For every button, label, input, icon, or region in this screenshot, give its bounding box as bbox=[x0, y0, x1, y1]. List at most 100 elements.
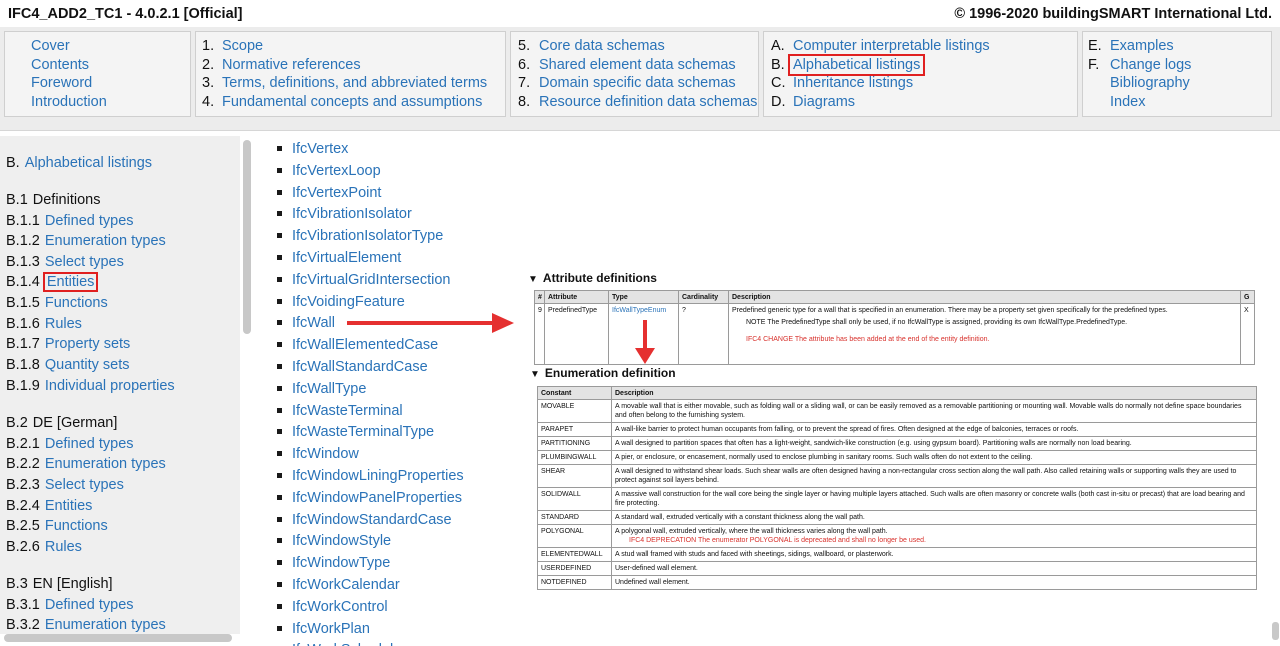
sidebar-item[interactable]: B.2.6 Rules bbox=[6, 537, 82, 557]
sidebar-item[interactable]: B.1.4 Entities bbox=[6, 272, 99, 292]
nav-item-cover[interactable]: Cover bbox=[5, 37, 190, 56]
sidebar-item[interactable]: B.2.5 Functions bbox=[6, 516, 108, 536]
nav-item-contents[interactable]: Contents bbox=[5, 56, 190, 75]
collapse-triangle-icon[interactable]: ▼ bbox=[530, 369, 540, 380]
sidebar-item[interactable]: B.3.2 Enumeration types bbox=[6, 615, 166, 634]
nav-item-resource-schemas[interactable]: 8. Resource definition data schemas bbox=[511, 93, 758, 112]
enum-constant: MOVABLE bbox=[537, 399, 612, 423]
sidebar-item[interactable]: B.2.2 Enumeration types bbox=[6, 454, 166, 474]
sidebar-item-label[interactable]: Enumeration types bbox=[45, 233, 166, 249]
entity-link[interactable]: IfcWindowStyle bbox=[292, 531, 391, 551]
sidebar-item[interactable]: B.1.7 Property sets bbox=[6, 334, 130, 354]
entity-link[interactable]: IfcVibrationIsolatorType bbox=[292, 226, 443, 246]
nav-item-index[interactable]: Index bbox=[1083, 93, 1271, 112]
type-link[interactable]: IfcWallTypeEnum bbox=[612, 307, 666, 314]
sidebar-item-label[interactable]: Select types bbox=[45, 477, 124, 493]
sidebar-item-label[interactable]: Quantity sets bbox=[45, 357, 130, 373]
sidebar-item[interactable]: B.1.6 Rules bbox=[6, 314, 82, 334]
sidebar-item-label[interactable]: Functions bbox=[45, 295, 108, 311]
sidebar-item-label[interactable]: Property sets bbox=[45, 336, 130, 352]
sidebar-vertical-scrollbar[interactable] bbox=[243, 140, 251, 334]
entity-link[interactable]: IfcVertexLoop bbox=[292, 161, 381, 181]
nav-item-fundamental-concepts[interactable]: 4. Fundamental concepts and assumptions bbox=[196, 93, 505, 112]
sidebar-heading[interactable]: B. Alphabetical listings bbox=[6, 153, 152, 173]
highlight-box[interactable]: Alphabetical listings bbox=[787, 53, 926, 77]
nav-item-computer-listings[interactable]: A. Computer interpretable listings bbox=[764, 37, 1077, 56]
nav-item-terms[interactable]: 3. Terms, definitions, and abbreviated te… bbox=[196, 74, 505, 93]
document-title: IFC4_ADD2_TC1 - 4.0.2.1 [Official] bbox=[8, 5, 243, 22]
enum-description: A stud wall framed with studs and faced … bbox=[615, 551, 894, 558]
nav-item-change-logs[interactable]: F. Change logs bbox=[1083, 56, 1271, 75]
entity-link[interactable]: IfcVoidingFeature bbox=[292, 292, 405, 312]
bullet-icon bbox=[277, 451, 282, 457]
entity-link[interactable]: IfcWallStandardCase bbox=[292, 357, 428, 377]
nav-item-core-schemas[interactable]: 5. Core data schemas bbox=[511, 37, 758, 56]
sidebar-horizontal-scrollbar[interactable] bbox=[4, 634, 232, 642]
entity-link[interactable]: IfcWindowStandardCase bbox=[292, 510, 452, 530]
sidebar-item[interactable]: B.1.9 Individual properties bbox=[6, 376, 175, 396]
sidebar-item-label: EN [English] bbox=[32, 576, 113, 592]
nav-item-foreword[interactable]: Foreword bbox=[5, 74, 190, 93]
enum-constant: PARTITIONING bbox=[537, 436, 612, 451]
enumeration-row: ELEMENTEDWALL A stud wall framed with stu… bbox=[537, 547, 1257, 562]
nav-item-shared-element-schemas[interactable]: 6. Shared element data schemas bbox=[511, 56, 758, 75]
sidebar-item[interactable]: B.3.1 Defined types bbox=[6, 595, 134, 615]
entity-link[interactable]: IfcWallType bbox=[292, 379, 366, 399]
nav-item-normative-references[interactable]: 2. Normative references bbox=[196, 56, 505, 75]
entity-link[interactable]: IfcVibrationIsolator bbox=[292, 204, 412, 224]
entity-link[interactable]: IfcVirtualGridIntersection bbox=[292, 270, 451, 290]
sidebar-item[interactable]: B.2.4 Entities bbox=[6, 496, 92, 516]
sidebar-item-label[interactable]: Select types bbox=[45, 254, 124, 270]
entity-link[interactable]: IfcWindow bbox=[292, 444, 359, 464]
entity-link[interactable]: IfcWallElementedCase bbox=[292, 335, 438, 355]
highlight-box[interactable]: Entities bbox=[42, 272, 99, 292]
sidebar-item-label[interactable]: Functions bbox=[45, 518, 108, 534]
enumeration-row: USERDEFINED User-defined wall element. bbox=[537, 561, 1257, 576]
sidebar-item[interactable]: B.1.2 Enumeration types bbox=[6, 231, 166, 251]
attribute-definitions-header[interactable]: ▼ Attribute definitions bbox=[528, 271, 657, 285]
sidebar-item-label[interactable]: Entities bbox=[45, 498, 93, 514]
entity-link[interactable]: IfcWindowPanelProperties bbox=[292, 488, 462, 508]
bullet-icon bbox=[277, 582, 282, 587]
sidebar-item[interactable]: B.1.8 Quantity sets bbox=[6, 355, 129, 375]
bullet-icon bbox=[277, 320, 282, 326]
sidebar-item-label[interactable]: Defined types bbox=[45, 597, 134, 613]
nav-item-diagrams[interactable]: D. Diagrams bbox=[764, 93, 1077, 112]
sidebar-item-label[interactable]: Enumeration types bbox=[45, 456, 166, 472]
sidebar-item-label[interactable]: Enumeration types bbox=[45, 617, 166, 633]
enumeration-definition-header[interactable]: ▼ Enumeration definition bbox=[530, 366, 676, 380]
sidebar-item-label[interactable]: Rules bbox=[45, 539, 82, 555]
entity-link[interactable]: IfcVertex bbox=[292, 139, 348, 159]
enum-constant: ELEMENTEDWALL bbox=[537, 547, 612, 562]
nav-item-bibliography[interactable]: Bibliography bbox=[1083, 74, 1271, 93]
sidebar-item[interactable]: B.2.1 Defined types bbox=[6, 434, 134, 454]
entity-link[interactable]: IfcWindowType bbox=[292, 553, 390, 573]
nav-item-introduction[interactable]: Introduction bbox=[5, 93, 190, 112]
entity-link[interactable]: IfcVirtualElement bbox=[292, 248, 401, 268]
sidebar-item[interactable]: B.2.3 Select types bbox=[6, 475, 124, 495]
entity-link[interactable]: IfcWorkPlan bbox=[292, 619, 370, 639]
entity-link[interactable]: IfcWasteTerminal bbox=[292, 401, 403, 421]
entity-link[interactable]: IfcVertexPoint bbox=[292, 183, 381, 203]
sidebar-item[interactable]: B.1.1 Defined types bbox=[6, 211, 134, 231]
nav-item-domain-schemas[interactable]: 7. Domain specific data schemas bbox=[511, 74, 758, 93]
sidebar-item[interactable]: B.1.3 Select types bbox=[6, 252, 124, 272]
nav-item-inheritance-listings[interactable]: C. Inheritance listings bbox=[764, 74, 1077, 93]
nav-item-examples[interactable]: E. Examples bbox=[1083, 37, 1271, 56]
sidebar-item[interactable]: B.1.5 Functions bbox=[6, 293, 108, 313]
nav-item-alphabetical-listings[interactable]: B. Alphabetical listings bbox=[764, 53, 1077, 77]
entity-link[interactable]: IfcWorkSchedule bbox=[292, 640, 401, 646]
sidebar-item-label[interactable]: Defined types bbox=[45, 213, 134, 229]
main-vertical-scrollbar[interactable] bbox=[1272, 622, 1279, 640]
entity-link[interactable]: IfcWasteTerminalType bbox=[292, 422, 434, 442]
entity-link[interactable]: IfcWall bbox=[292, 313, 335, 333]
sidebar-item-label[interactable]: Individual properties bbox=[45, 378, 175, 394]
enum-constant: PARAPET bbox=[537, 422, 612, 437]
sidebar-item-label[interactable]: Defined types bbox=[45, 436, 134, 452]
entity-link[interactable]: IfcWorkCalendar bbox=[292, 575, 400, 595]
entity-link[interactable]: IfcWorkControl bbox=[292, 597, 388, 617]
sidebar-item-label[interactable]: Rules bbox=[45, 316, 82, 332]
nav-item-scope[interactable]: 1. Scope bbox=[196, 37, 505, 56]
entity-link[interactable]: IfcWindowLiningProperties bbox=[292, 466, 464, 486]
collapse-triangle-icon[interactable]: ▼ bbox=[528, 274, 538, 285]
